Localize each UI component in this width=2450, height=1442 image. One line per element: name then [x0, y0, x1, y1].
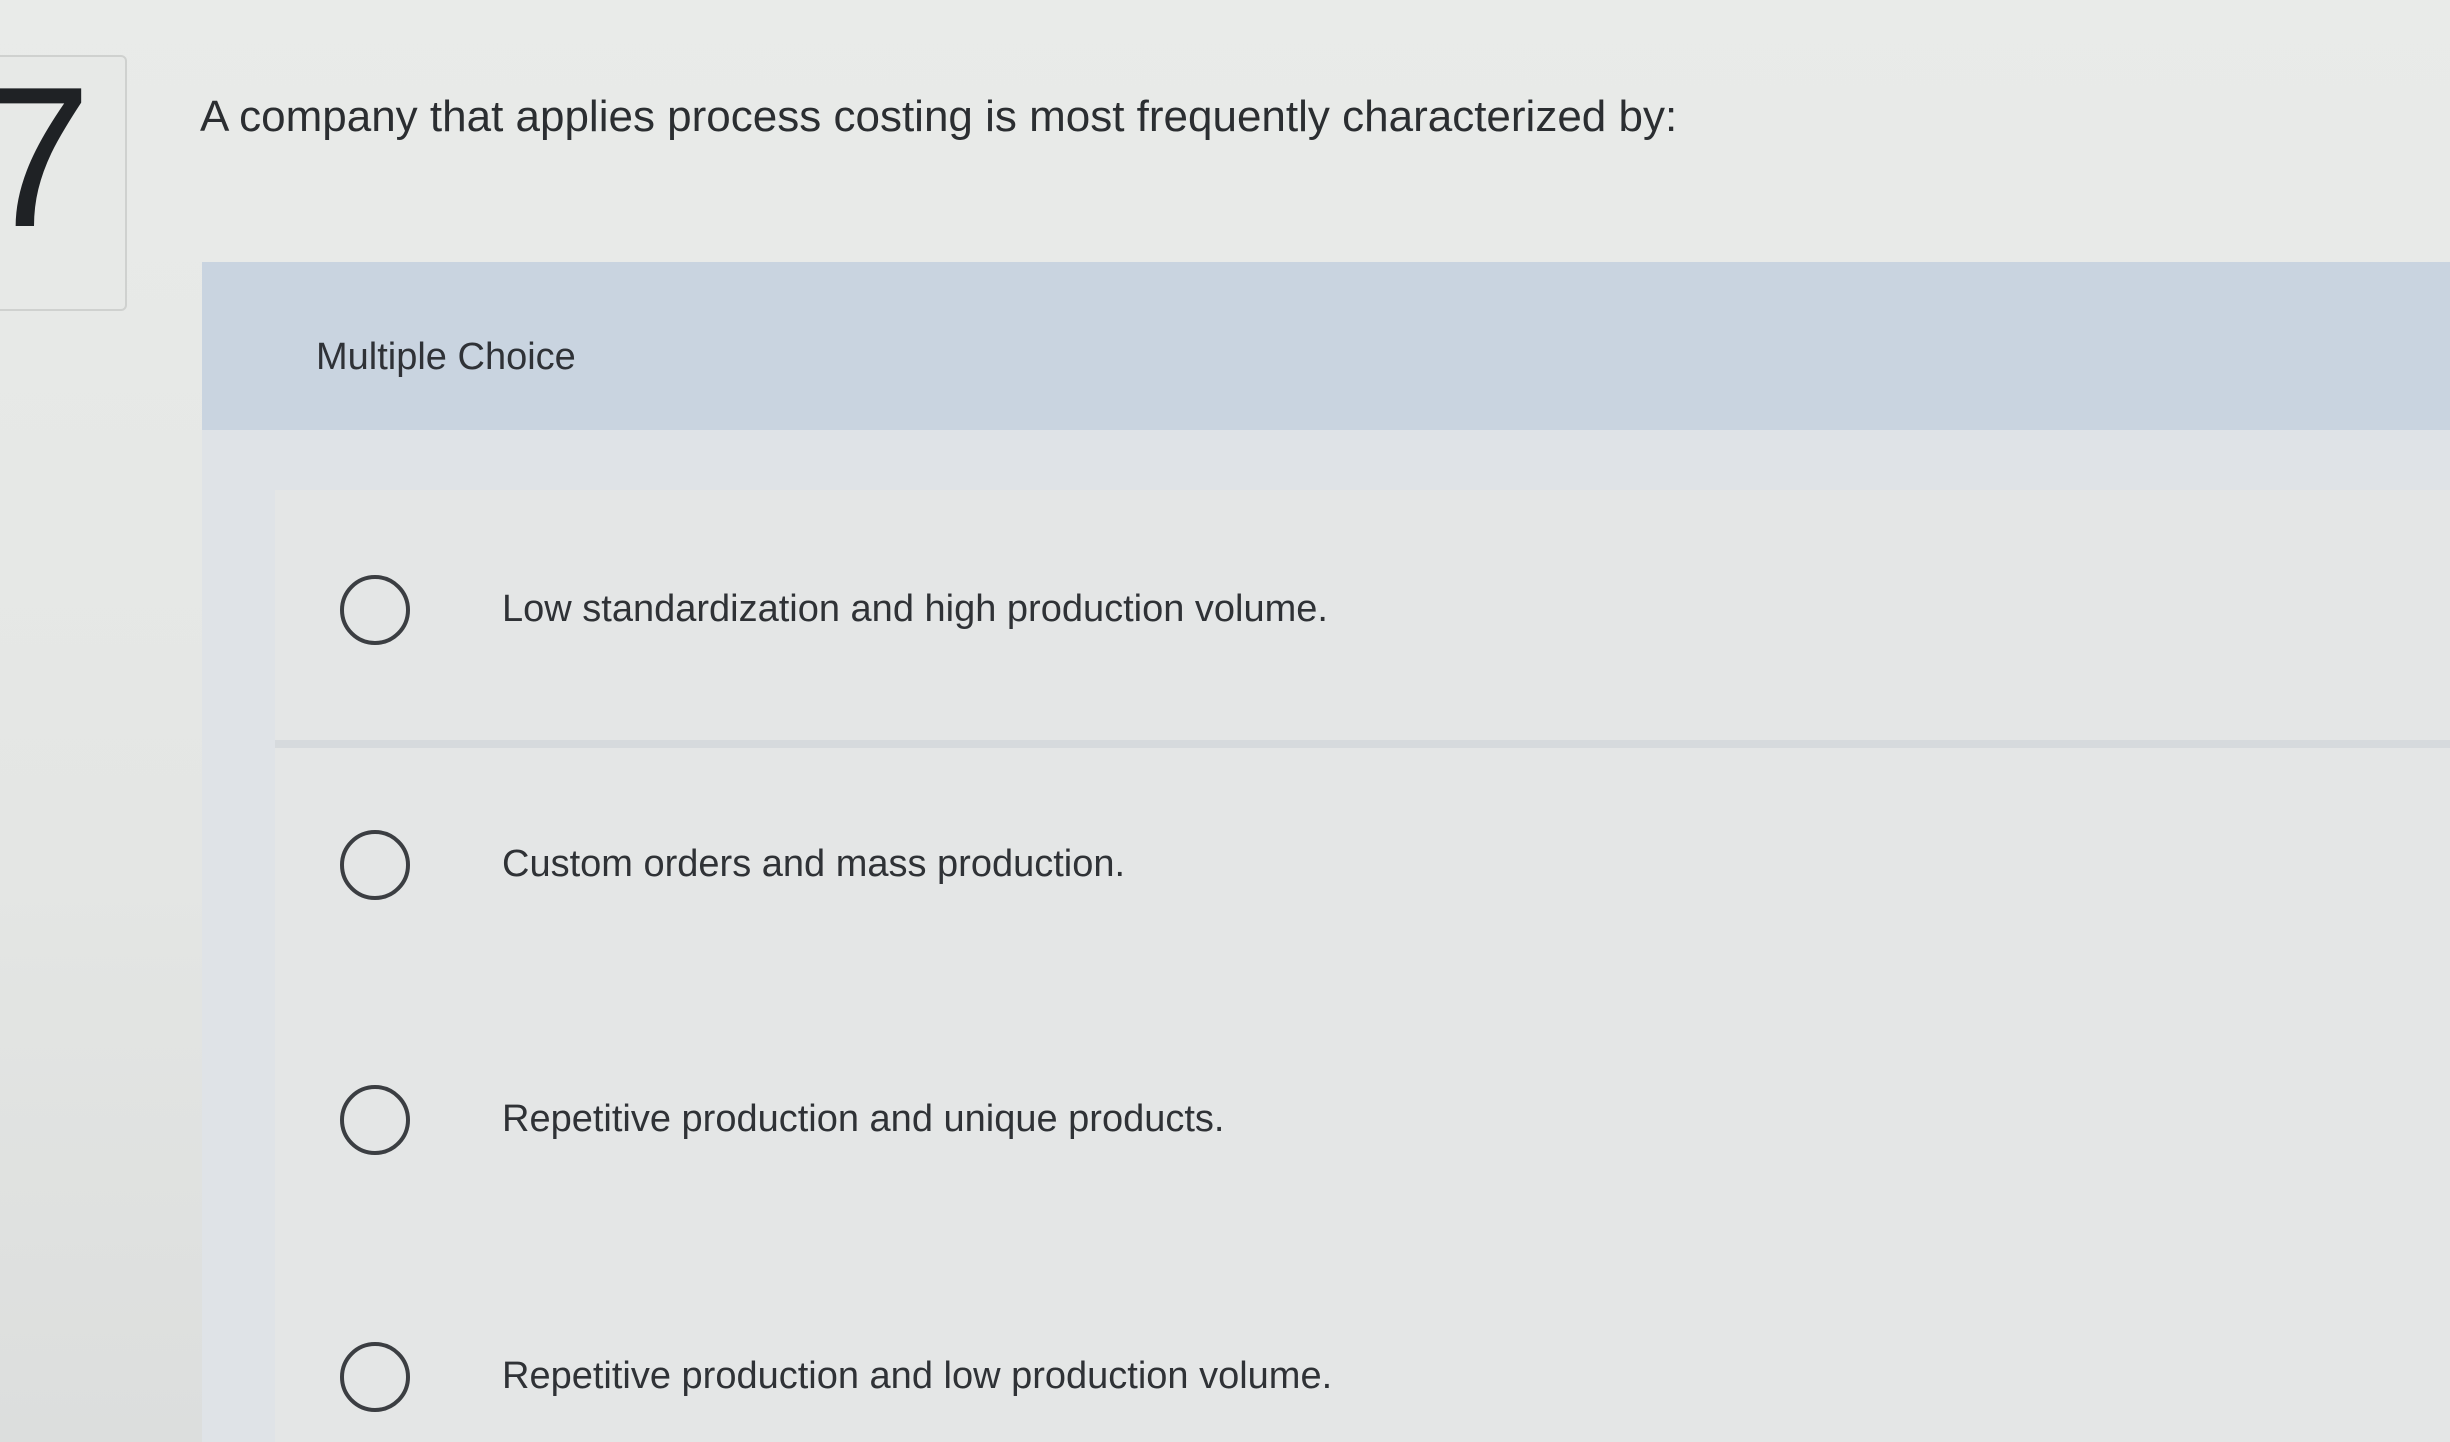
answer-option-3[interactable]: Repetitive production and unique product…: [340, 1065, 2140, 1175]
question-number: 7: [0, 46, 92, 269]
radio-button-icon[interactable]: [340, 1342, 410, 1412]
answer-option-text: Repetitive production and low production…: [502, 1355, 1333, 1397]
radio-button-icon[interactable]: [340, 575, 410, 645]
radio-button-icon[interactable]: [340, 830, 410, 900]
answer-option-4[interactable]: Repetitive production and low production…: [340, 1322, 2140, 1432]
answer-option-1[interactable]: Low standardization and high production …: [340, 555, 2140, 665]
quiz-page: 7 A company that applies process costing…: [0, 0, 2450, 1442]
answer-option-text: Repetitive production and unique product…: [502, 1098, 1225, 1140]
answer-option-text: Low standardization and high production …: [502, 588, 1328, 630]
question-text: A company that applies process costing i…: [200, 92, 1678, 141]
answer-option-2[interactable]: Custom orders and mass production.: [340, 810, 2140, 920]
option-divider: [275, 740, 2450, 748]
radio-button-icon[interactable]: [340, 1085, 410, 1155]
multiple-choice-label: Multiple Choice: [316, 336, 576, 378]
answer-option-text: Custom orders and mass production.: [502, 843, 1126, 885]
